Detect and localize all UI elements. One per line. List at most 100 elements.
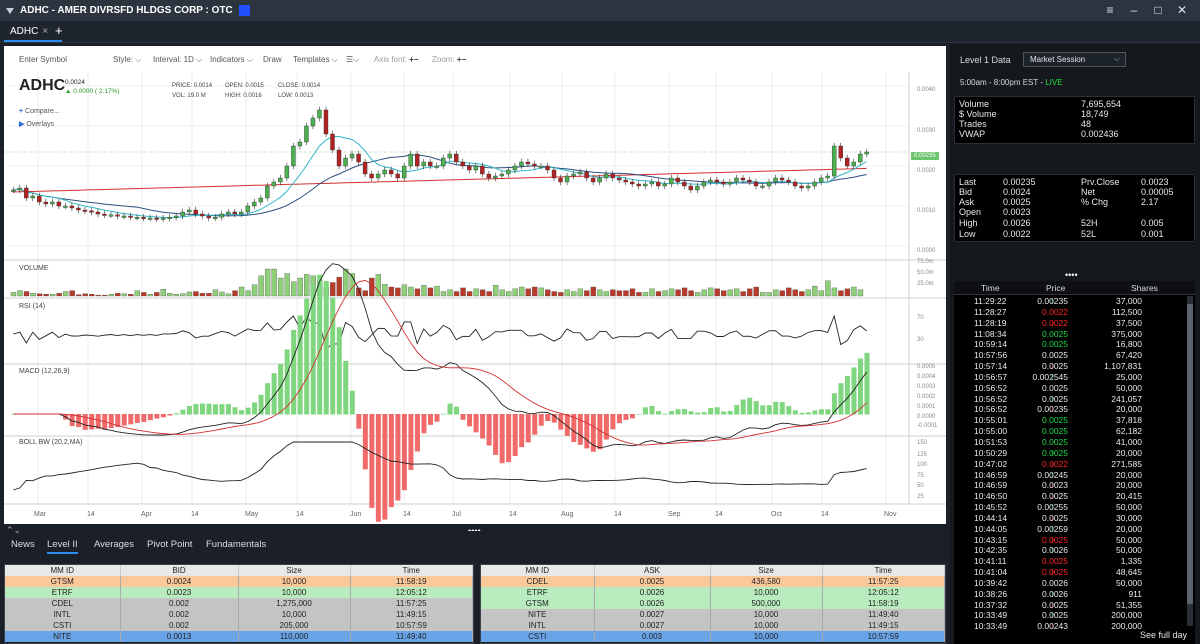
session-select[interactable]: Market Session ⌵	[1023, 52, 1126, 67]
time-sales-row[interactable]: 10:55:00 0.0025 62,182	[954, 426, 1186, 437]
time-sales-row[interactable]: 10:56:52 0.0025 50,000	[954, 383, 1186, 394]
bid-row[interactable]: CDEL 0.002 1,275,000 11:57:25	[5, 598, 473, 609]
time-sales-row[interactable]: 10:42:35 ↑ 0.0026 50,000	[954, 545, 1186, 556]
tab-adhc[interactable]: ADHC ×	[4, 23, 62, 42]
macd-histogram-bar	[226, 404, 232, 415]
link-color-icon[interactable]	[238, 5, 250, 16]
menu-icon[interactable]: ≡	[1098, 0, 1122, 21]
minimize-icon[interactable]: –	[1122, 0, 1146, 21]
macd-histogram-bar	[642, 407, 648, 415]
see-full-day-link[interactable]: See full day	[1140, 630, 1187, 640]
tab-averages[interactable]: Averages	[94, 539, 134, 550]
time-sales-row[interactable]: 11:28:19 ↓ 0.0022 37,500	[954, 318, 1186, 329]
templates-dropdown[interactable]: Templates ⌵	[293, 55, 338, 65]
col-header[interactable]: MM ID	[5, 565, 121, 576]
col-header[interactable]: MM ID	[481, 565, 595, 576]
ask-row[interactable]: INTL 0.0027 10,000 11:49:15	[481, 620, 945, 631]
add-tab-button[interactable]: +	[55, 23, 63, 38]
time-sales-row[interactable]: 10:41:11 0.0025 1,335	[954, 556, 1186, 567]
col-header[interactable]: Price	[1046, 283, 1065, 293]
bid-row[interactable]: CSTI 0.002 205,000 10:57:59	[5, 620, 473, 631]
time-sales-row[interactable]: 10:43:15 ↓ 0.0025 50,000	[954, 535, 1186, 546]
style-dropdown[interactable]: Style: ⌵	[113, 55, 141, 65]
macd-histogram-bar	[577, 414, 583, 445]
collapse-toggle-icon[interactable]: ⌃⌄	[6, 525, 21, 536]
window-menu-icon[interactable]	[6, 7, 14, 14]
volume-bar	[486, 291, 492, 297]
bid-row[interactable]: INTL 0.002 10,000 11:49:15	[5, 609, 473, 620]
draw-button[interactable]: Draw	[263, 55, 282, 64]
chart-panel[interactable]: Enter Symbol Style: ⌵ Interval: 1D ⌵ Ind…	[4, 46, 946, 524]
time-sales-row[interactable]: 11:29:22 ↑ 0.00235 37,000	[954, 296, 1186, 307]
macd-histogram-bar	[323, 281, 329, 415]
time-sales-row[interactable]: 10:59:14 0.0025 16,800	[954, 339, 1186, 350]
close-icon[interactable]: ✕	[1170, 0, 1194, 21]
time-sales-row[interactable]: 10:44:14 ↓ 0.0025 30,000	[954, 513, 1186, 524]
time-sales-row[interactable]: 11:08:34 0.0025 375,000	[954, 329, 1186, 340]
bottom-tab-bar: News Level II Averages Pivot Point Funda…	[0, 537, 950, 555]
axis-font-control[interactable]: Axis font: +−	[374, 55, 418, 64]
overlays-link[interactable]: ▶ Overlays	[19, 120, 54, 128]
macd-histogram-bar	[460, 414, 466, 420]
time-sales-row[interactable]: 10:45:52 ↑ 0.00255 50,000	[954, 502, 1186, 513]
scrollbar-thumb[interactable]	[1187, 304, 1193, 604]
volume-label: VOLUME	[19, 265, 49, 272]
tab-news[interactable]: News	[11, 539, 35, 550]
col-header[interactable]: Shares	[1131, 283, 1158, 293]
ask-row[interactable]: CSTI 0.003 10,000 10:57:59	[481, 631, 945, 642]
time-sales-row[interactable]: 10:38:26 ↑ 0.0026 911	[954, 589, 1186, 600]
tab-close-icon[interactable]: ×	[42, 26, 48, 37]
col-header[interactable]: Time	[981, 283, 1000, 293]
time-sales-row[interactable]: 10:56:52 ↑ 0.0025 241,057	[954, 394, 1186, 405]
maximize-icon[interactable]: □	[1146, 0, 1170, 21]
zoom-control[interactable]: Zoom: +−	[432, 55, 466, 64]
time-sales-row[interactable]: 10:33:49 ↑ 0.0025 200,000	[954, 610, 1186, 621]
time-sales-row[interactable]: 10:56:57 ↑ 0.002545 25,000	[954, 372, 1186, 383]
time-sales-row[interactable]: 11:28:27 0.0022 112,500	[954, 307, 1186, 318]
col-header[interactable]: Time	[822, 565, 945, 576]
chart-settings-icon[interactable]: ☰⌵	[346, 55, 359, 65]
candle-body	[747, 179, 752, 183]
indicators-dropdown[interactable]: Indicators ⌵	[210, 55, 253, 65]
time-sales-row[interactable]: 10:51:53 0.0025 41,000	[954, 437, 1186, 448]
time-sales-row[interactable]: 10:47:02 ↓ 0.0022 271,585	[954, 459, 1186, 470]
time-sales-row[interactable]: 10:46:59 ↑ 0.00245 20,000	[954, 470, 1186, 481]
interval-dropdown[interactable]: Interval: 1D ⌵	[153, 55, 202, 65]
candle-body	[792, 181, 798, 187]
col-header[interactable]: ASK	[594, 565, 711, 576]
time-sales-row[interactable]: 10:57:14 ↓ 0.0025 1,107,831	[954, 361, 1186, 372]
col-header[interactable]: BID	[120, 565, 239, 576]
bid-row[interactable]: GTSM 0.0024 10,000 11:58:19	[5, 576, 473, 587]
time-sales-row[interactable]: 10:46:50 ↓ 0.0025 20,415	[954, 491, 1186, 502]
symbol-input[interactable]: Enter Symbol	[19, 55, 67, 64]
bid-row[interactable]: ETRF 0.0023 10,000 12:05:12	[5, 587, 473, 598]
col-header[interactable]: Size	[238, 565, 351, 576]
ask-row[interactable]: GTSM 0.0026 500,000 11:58:19	[481, 598, 945, 609]
candle-body	[493, 175, 498, 179]
time-sales-row[interactable]: 10:55:01 0.0025 37,818	[954, 415, 1186, 426]
bid-row[interactable]: NITE 0.0013 110,000 11:49:40	[5, 631, 473, 642]
chart-canvas[interactable]	[4, 46, 946, 524]
time-sales-row[interactable]: 10:44:05 ↑ 0.00259 20,000	[954, 524, 1186, 535]
time-sales-splitter-handle[interactable]: ••••	[1065, 270, 1078, 280]
time-sales-row[interactable]: 10:39:42 0.0026 50,000	[954, 578, 1186, 589]
macd-histogram-bar	[330, 297, 336, 415]
tab-level-ii[interactable]: Level II	[47, 539, 78, 554]
time-sales-row[interactable]: 10:37:32 ↓ 0.0025 51,355	[954, 600, 1186, 611]
time-sales-row[interactable]: 10:41:04 ↓ 0.0025 48,645	[954, 567, 1186, 578]
col-header[interactable]: Time	[350, 565, 473, 576]
candle-body	[616, 177, 622, 181]
col-header[interactable]: Size	[710, 565, 823, 576]
time-sales-row[interactable]: 10:46:59 ↓ 0.0023 20,000	[954, 480, 1186, 491]
tab-pivot-point[interactable]: Pivot Point	[147, 539, 192, 550]
time-sales-row[interactable]: 10:50:29 ↑ 0.0025 20,000	[954, 448, 1186, 459]
ask-row[interactable]: CDEL 0.0025 436,580 11:57:25	[481, 576, 945, 587]
time-sales-row[interactable]: 10:56:52 ↓ 0.00235 20,000	[954, 404, 1186, 415]
rsi-label: RSI (14)	[19, 303, 46, 310]
compare-link[interactable]: + Compare...	[19, 108, 60, 115]
tab-fundamentals[interactable]: Fundamentals	[206, 539, 266, 550]
time-sales-row[interactable]: 10:57:56 0.0025 67,420	[954, 350, 1186, 361]
ask-row[interactable]: ETRF 0.0026 10,000 12:05:12	[481, 587, 945, 598]
ask-row[interactable]: NITE 0.0027 10,000 11:49:40	[481, 609, 945, 620]
time-sales-scrollbar[interactable]	[1187, 296, 1193, 626]
